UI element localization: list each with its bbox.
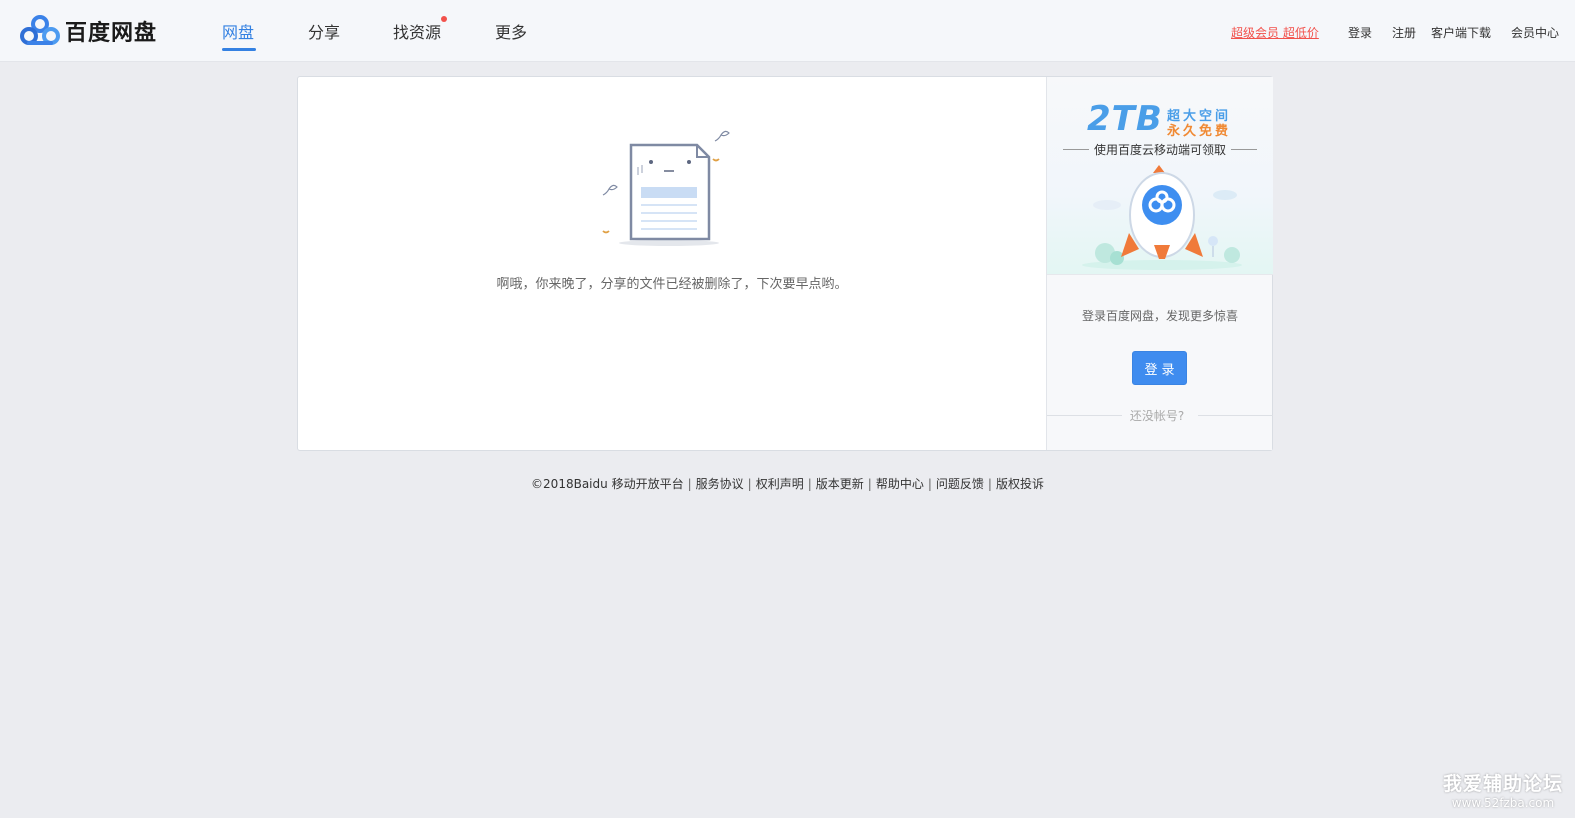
login-button[interactable]: 登录 [1132, 351, 1187, 385]
promo-2tb-text: 2TB [1087, 99, 1163, 139]
forum-watermark: 我爱辅助论坛 www.52fzba.com [1443, 769, 1563, 810]
footer-link-service-agreement[interactable]: 服务协议 [696, 477, 744, 491]
footer-separator: | [867, 477, 872, 491]
share-result-card: 啊哦，你来晚了，分享的文件已经被删除了，下次要早点哟。 2TB 超大空间 永久免… [297, 76, 1273, 451]
super-member-promo-link[interactable]: 超级会员 超低价 [1231, 24, 1319, 41]
divider [1231, 149, 1257, 150]
promo-mobile-text: 使用百度云移动端可领取 [1093, 143, 1226, 157]
logo-text: 百度网盘 [65, 21, 158, 46]
footer-link-rights-statement[interactable]: 权利声明 [756, 477, 804, 491]
top-header: 百度网盘 网盘 分享 找资源 更多 超级会员 超低价 登录 注册 客户端下载 会… [0, 0, 1575, 62]
nav-tab-share[interactable]: 分享 [308, 19, 340, 43]
divider [1198, 415, 1273, 416]
divider [1047, 415, 1122, 416]
footer-link-help-center[interactable]: 帮助中心 [876, 477, 924, 491]
notification-dot [441, 16, 448, 22]
footer-separator: | [687, 477, 692, 491]
nav-tab-label: 更多 [495, 23, 528, 42]
deleted-file-illustration [602, 130, 730, 246]
file-deleted-message: 啊哦，你来晚了，分享的文件已经被删除了，下次要早点哟。 [496, 277, 848, 292]
register-link[interactable]: 注册 [1392, 24, 1416, 41]
promo-free-text: 永久免费 [1167, 124, 1232, 139]
nav-tab-find-resources[interactable]: 找资源 [393, 16, 448, 43]
member-center-link[interactable]: 会员中心 [1511, 24, 1559, 41]
nav-tab-more[interactable]: 更多 [495, 19, 527, 43]
nav-tab-label: 网盘 [222, 23, 255, 42]
promo-banner[interactable]: 2TB 超大空间 永久免费 使用百度云移动端可领取 [1047, 77, 1273, 275]
footer-link-feedback[interactable]: 问题反馈 [936, 477, 984, 491]
login-sidebar: 2TB 超大空间 永久免费 使用百度云移动端可领取 登录百度网盘，发现更多惊喜 … [1046, 77, 1273, 450]
page-footer: ©2018Baidu 移动开放平台 | 服务协议 | 权利声明 | 版本更新 | 帮助中心 | 问题… [0, 475, 1575, 492]
active-tab-indicator [222, 48, 256, 51]
login-link[interactable]: 登录 [1348, 24, 1372, 41]
watermark-url: www.52fzba.com [1451, 796, 1555, 810]
no-account-link[interactable]: 还没帐号? [1130, 407, 1184, 424]
login-tip-text: 登录百度网盘，发现更多惊喜 [1081, 309, 1238, 323]
watermark-title: 我爱辅助论坛 [1442, 773, 1563, 795]
register-prompt: 还没帐号? [1047, 407, 1273, 424]
footer-link-version-update[interactable]: 版本更新 [816, 477, 864, 491]
footer-separator: | [927, 477, 932, 491]
copyright-text: ©2018Baidu [531, 477, 608, 491]
nav-tab-netdisk[interactable]: 网盘 [222, 19, 256, 51]
cloud-logo-icon [20, 15, 60, 45]
nav-tab-label: 找资源 [393, 23, 442, 42]
divider [1062, 149, 1089, 150]
footer-link-copyright-complaint[interactable]: 版权投诉 [996, 477, 1044, 491]
rocket-illustration [1082, 165, 1242, 270]
footer-separator: | [987, 477, 992, 491]
baidu-netdisk-logo[interactable]: 百度网盘 [19, 14, 157, 48]
footer-link-open-platform[interactable]: 移动开放平台 [612, 477, 684, 491]
client-download-link[interactable]: 客户端下载 [1431, 24, 1491, 41]
promo-mobile-line: 使用百度云移动端可领取 [1047, 141, 1273, 158]
footer-separator: | [747, 477, 752, 491]
nav-tab-label: 分享 [308, 23, 341, 42]
footer-separator: | [807, 477, 812, 491]
